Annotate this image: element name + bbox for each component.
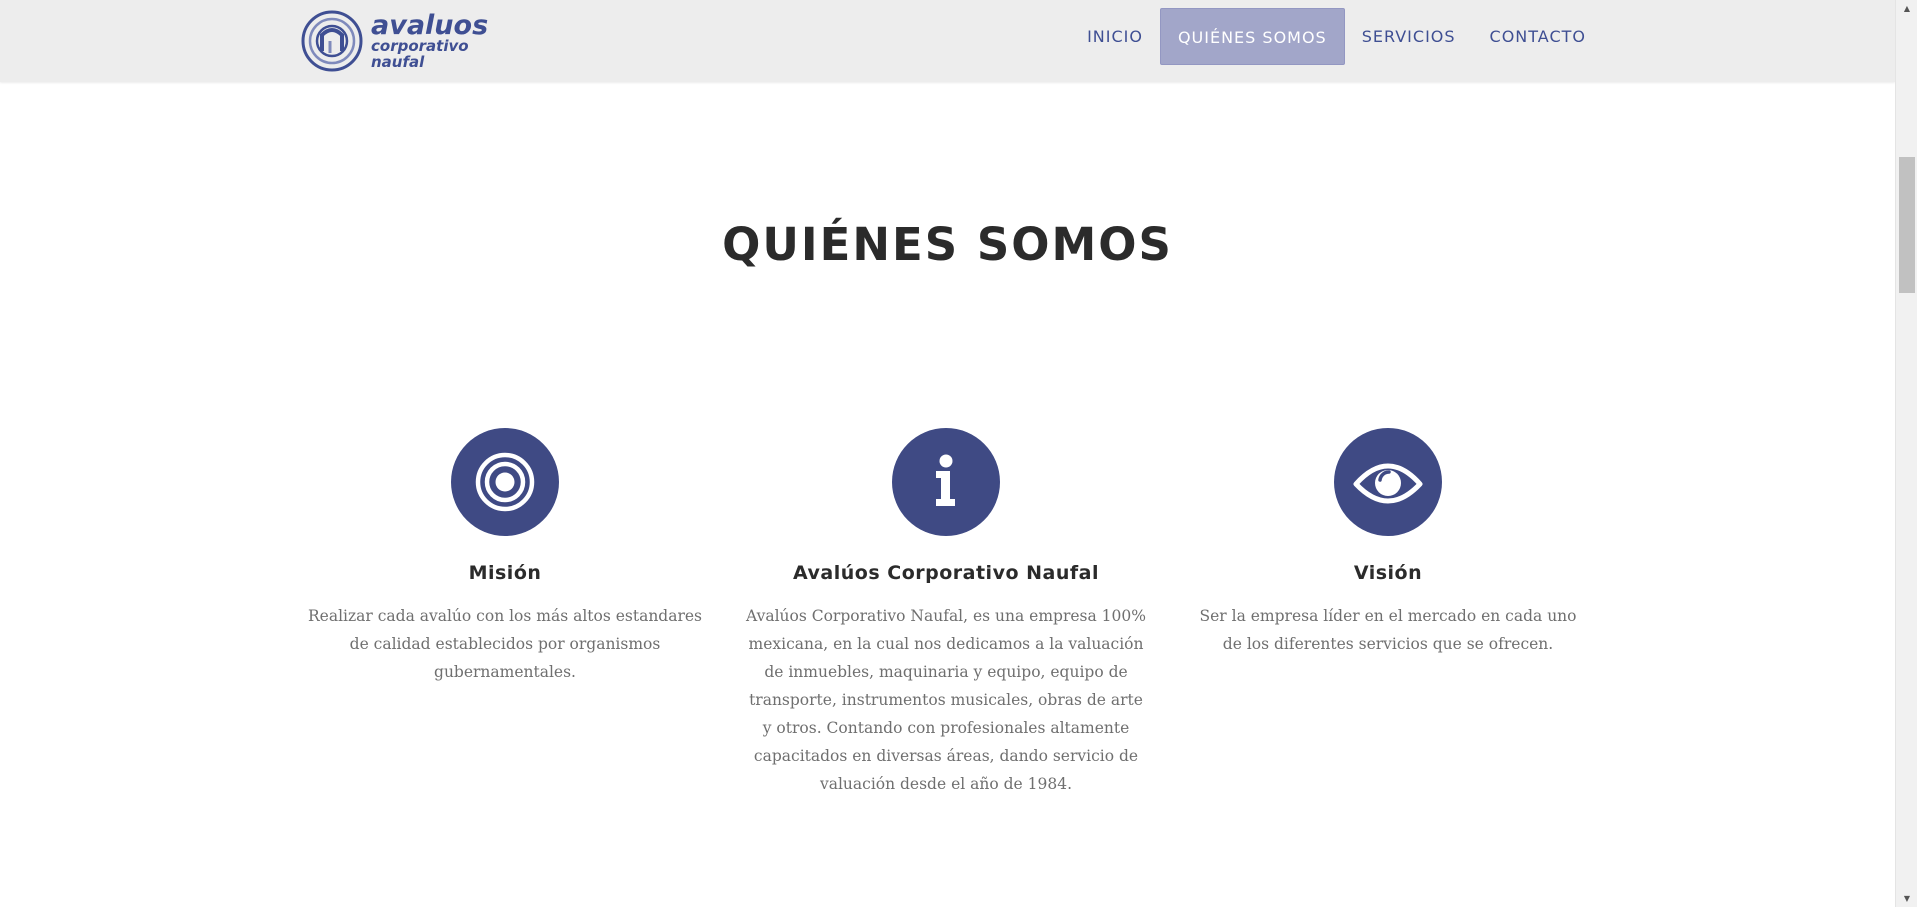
section-title: QUIÉNES SOMOS <box>722 218 1173 271</box>
feature-vision: Visión Ser la empresa líder en el mercad… <box>1183 428 1593 658</box>
scroll-up-arrow-icon[interactable]: ▲ <box>1896 0 1917 17</box>
icon-circle <box>1334 428 1442 536</box>
nav-item-quienes-somos[interactable]: QUIÉNES SOMOS <box>1159 8 1345 65</box>
page: avaluos corporativo naufal INICIO QUIÉNE… <box>0 0 1917 907</box>
feature-title: Avalúos Corporativo Naufal <box>793 562 1099 584</box>
logo-emblem-icon <box>301 10 363 72</box>
nav-item-servicios[interactable]: SERVICIOS <box>1345 8 1473 65</box>
vertical-scrollbar[interactable]: ▲ ▼ <box>1895 0 1917 907</box>
feature-mision: Misión Realizar cada avalúo con los más … <box>300 428 710 686</box>
eye-icon <box>1353 463 1423 504</box>
icon-circle <box>451 428 559 536</box>
feature-title: Visión <box>1353 562 1423 584</box>
scroll-thumb[interactable] <box>1899 157 1915 293</box>
brand-line-2: corporativo <box>371 37 469 55</box>
target-icon <box>475 452 535 512</box>
brand-line-3: naufal <box>371 53 425 71</box>
brand-line-1: avaluos <box>371 10 489 41</box>
main-nav: INICIO QUIÉNES SOMOS SERVICIOS CONTACTO <box>1070 8 1603 65</box>
nav-item-inicio[interactable]: INICIO <box>1070 8 1160 65</box>
info-icon <box>936 454 955 506</box>
feature-text: Ser la empresa líder en el mercado en ca… <box>1199 607 1577 653</box>
feature-text: Avalúos Corporativo Naufal, es una empre… <box>746 607 1146 793</box>
feature-text: Realizar cada avalúo con los más altos e… <box>307 607 703 681</box>
scroll-down-arrow-icon[interactable]: ▼ <box>1896 890 1917 907</box>
brand-logo[interactable]: avaluos corporativo naufal <box>300 9 488 73</box>
navbar: avaluos corporativo naufal INICIO QUIÉNE… <box>0 0 1895 82</box>
feature-avaluos-corporativo-naufal: Avalúos Corporativo Naufal Avalúos Corpo… <box>741 428 1151 798</box>
icon-circle <box>892 428 1000 536</box>
nav-item-contacto[interactable]: CONTACTO <box>1473 8 1603 65</box>
brand-wordmark: avaluos corporativo naufal <box>371 12 488 70</box>
feature-title: Misión <box>468 562 542 584</box>
